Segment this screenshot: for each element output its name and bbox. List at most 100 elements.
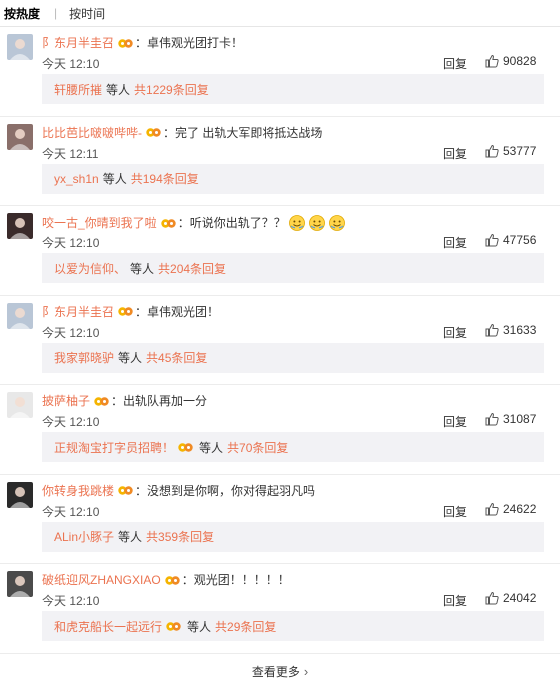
reply-username-link[interactable]: ALin小豚子 — [54, 528, 114, 545]
reply-etc-label: 等人 — [106, 82, 131, 97]
comment-username-link[interactable]: 阝东月半圭召 — [42, 304, 114, 320]
comment-username-link[interactable]: 你转身我跳楼 — [42, 483, 114, 499]
reply-etc-label: 等人 — [199, 440, 224, 455]
chevron-right-icon: › — [303, 663, 309, 679]
comment-text: ：卓伟观光团！ — [135, 304, 220, 319]
reply-total-link[interactable]: 共29条回复 — [215, 618, 276, 635]
reply-etc-label: 等人 — [118, 530, 143, 544]
reply-total-link[interactable]: 共45条回复 — [146, 349, 207, 366]
reply-summary: 和虎克船长一起远行 等人 共29条回复 — [42, 611, 544, 641]
like-count: 90828 — [503, 54, 537, 68]
like-count: 24622 — [503, 501, 537, 516]
view-more-label: 查看更多 — [251, 664, 300, 679]
reply-total-link[interactable]: 共359条回复 — [146, 528, 214, 545]
thumbs-up-icon — [485, 591, 499, 605]
comment-username-link[interactable]: 破纸迎风ZHANGXIAO — [42, 572, 161, 588]
thumbs-up-icon — [485, 412, 499, 426]
emoji-icon — [328, 215, 345, 231]
vip-badge-icon — [118, 307, 133, 316]
reply-button[interactable]: 回复 — [443, 234, 467, 251]
comment-timestamp: 今天 12:10 — [42, 325, 100, 340]
reply-username-link[interactable]: 以爱为信仰、 — [54, 260, 126, 277]
comment-timestamp: 今天 12:10 — [42, 236, 100, 250]
comment-text: ：出轨队再加一分 — [111, 394, 208, 408]
reply-button[interactable]: 回复 — [443, 145, 467, 162]
comment-username-link[interactable]: 披萨柚子 — [42, 393, 90, 409]
reply-username-link[interactable]: 我家郭晓驴 — [54, 349, 114, 366]
vip-badge-icon — [166, 621, 181, 631]
comment-timestamp: 今天 12:10 — [42, 504, 100, 519]
reply-etc-label: 等人 — [118, 351, 143, 365]
like-button[interactable]: 31087 — [485, 412, 536, 426]
like-button[interactable]: 53777 — [485, 144, 536, 158]
vip-badge-icon — [94, 396, 109, 406]
reply-summary: yx_sh1n 等人 共194条回复 — [42, 163, 544, 194]
reply-summary: ALin小豚子 等人 共359条回复 — [42, 521, 544, 552]
reply-etc-label: 等人 — [187, 619, 212, 634]
avatar[interactable] — [7, 34, 33, 60]
like-button[interactable]: 24622 — [485, 502, 536, 516]
reply-username-link[interactable]: 和虎克船长一起远行 — [54, 618, 162, 635]
like-button[interactable]: 47756 — [485, 233, 536, 247]
reply-total-link[interactable]: 共1229条回复 — [134, 81, 209, 98]
avatar[interactable] — [7, 123, 33, 150]
sort-bar: 按热度 | 按时间 — [0, 0, 560, 27]
reply-username-link[interactable]: yx_sh1n — [54, 172, 99, 186]
avatar[interactable] — [7, 571, 33, 597]
comment-item: 阝东月半圭召 ：卓伟观光团打卡！ 今天 12:10 回复 90828 轩腰所摧 等人 共122… — [0, 27, 560, 117]
reply-button[interactable]: 回复 — [443, 55, 467, 72]
comment-item: 咬一古_你晴到我了啦 ：听说你出轨了？？ 今天 12:10 回复 47756 以爱为信仰、… — [0, 206, 560, 296]
comment-item: 披萨柚子 ：出轨队再加一分 今天 12:10 回复 31087 正规淘宝打字员招聘！ 等人共… — [0, 385, 560, 475]
reply-button[interactable]: 回复 — [443, 324, 467, 341]
reply-total-link[interactable]: 共204条回复 — [158, 260, 226, 277]
avatar[interactable] — [7, 481, 33, 508]
comment-text: ：没想到是你啊，你对得起羽凡吗 — [135, 483, 316, 498]
like-button[interactable]: 31633 — [485, 323, 536, 337]
avatar[interactable] — [7, 392, 33, 418]
comment-username-link[interactable]: 咬一古_你晴到我了啦 — [42, 215, 157, 231]
reply-button[interactable]: 回复 — [443, 413, 467, 430]
like-count: 31087 — [503, 412, 537, 426]
reply-summary: 我家郭晓驴 等人 共45条回复 — [42, 342, 544, 373]
reply-button[interactable]: 回复 — [443, 592, 467, 609]
emoji-icon — [288, 215, 305, 231]
tab-sort-time[interactable]: 按时间 — [69, 5, 105, 22]
avatar[interactable] — [7, 213, 33, 239]
comment-item: 你转身我跳楼 ：没想到是你啊，你对得起羽凡吗今天 12:10 回复 24622 ALin… — [0, 475, 560, 564]
vip-badge-icon — [164, 575, 180, 585]
comment-text: ：卓伟观光团打卡！ — [135, 36, 244, 50]
tab-sort-hot[interactable]: 按热度 — [4, 5, 40, 22]
comment-headline: 比比芭比啵啵哔哔- ：完了 出轨大军即将抵达战场 — [42, 125, 322, 141]
view-more-button[interactable]: 查看更多 › — [0, 656, 560, 686]
comment-username-link[interactable]: 阝东月半圭召 — [42, 35, 114, 51]
reply-username-link[interactable]: 正规淘宝打字员招聘！ — [54, 439, 174, 456]
comment-headline: 你转身我跳楼 ：没想到是你啊，你对得起羽凡吗 — [42, 483, 315, 499]
reply-etc-label: 等人 — [130, 261, 155, 276]
comment-headline: 咬一古_你晴到我了啦 ：听说你出轨了？？ — [42, 214, 346, 232]
avatar[interactable] — [7, 302, 33, 329]
reply-summary: 以爱为信仰、 等人 共204条回复 — [42, 253, 544, 283]
like-count: 47756 — [503, 233, 537, 247]
comment-item: 阝东月半圭召 ：卓伟观光团！ 今天 12:10 回复 31633 我家郭晓驴 等人 共45条回… — [0, 296, 560, 385]
reply-button[interactable]: 回复 — [443, 503, 467, 520]
sort-divider: | — [54, 6, 58, 20]
reply-username-link[interactable]: 轩腰所摧 — [54, 81, 102, 98]
comment-item: 破纸迎风ZHANGXIAO ：观光团！！！！！ 今天 12:10 回复 24042 和虎克… — [0, 564, 560, 654]
vip-badge-icon — [118, 38, 133, 48]
like-button[interactable]: 24042 — [485, 591, 536, 605]
thumbs-up-icon — [485, 144, 499, 157]
like-count: 24042 — [503, 591, 537, 605]
comment-timestamp: 今天 12:10 — [42, 415, 100, 429]
comment-list: 阝东月半圭召 ：卓伟观光团打卡！ 今天 12:10 回复 90828 轩腰所摧 等人 共122… — [0, 27, 560, 654]
comment-username-link[interactable]: 比比芭比啵啵哔哔- — [42, 125, 142, 141]
comment-headline: 阝东月半圭召 ：卓伟观光团！ — [42, 304, 219, 320]
reply-total-link[interactable]: 共194条回复 — [131, 170, 199, 187]
like-button[interactable]: 90828 — [485, 54, 536, 68]
reply-summary: 轩腰所摧 等人 共1229条回复 — [42, 74, 544, 104]
reply-total-link[interactable]: 共70条回复 — [227, 439, 288, 456]
comment-timestamp: 今天 12:11 — [42, 146, 99, 161]
emoji-icon — [308, 215, 325, 231]
comment-text: ：听说你出轨了？？ — [177, 216, 286, 230]
comment-timestamp: 今天 12:10 — [42, 57, 100, 71]
vip-badge-icon — [118, 486, 133, 495]
